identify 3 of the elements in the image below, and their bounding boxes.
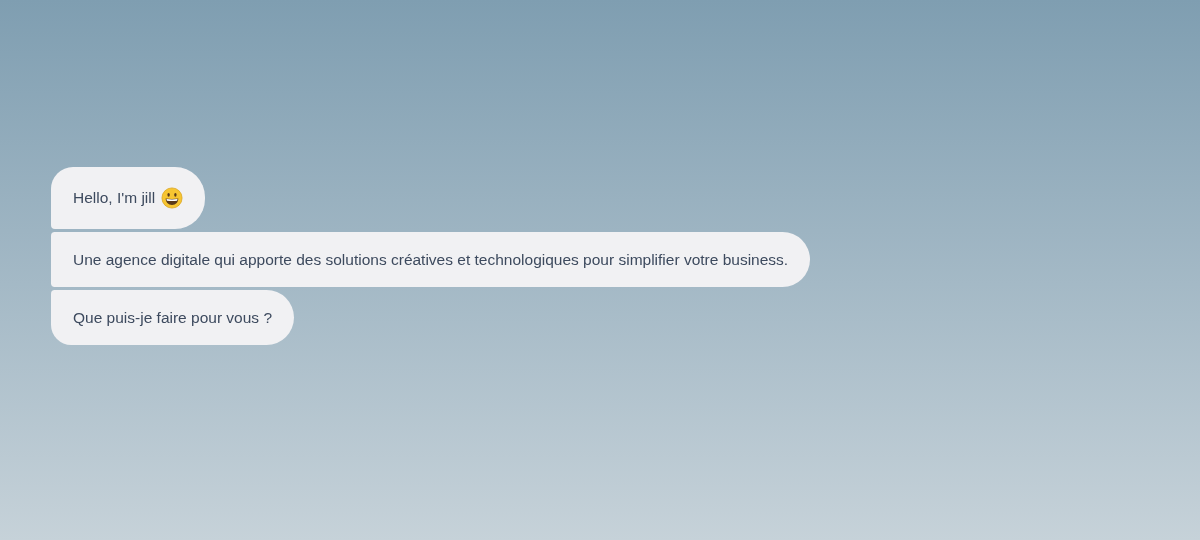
message-text: Une agence digitale qui apporte des solutions créatives et technologiques pour simplifier votre business.	[73, 249, 789, 270]
message-text: Hello, I'm jill	[73, 188, 156, 209]
message-text: Que puis-je faire pour vous ?	[73, 307, 273, 328]
